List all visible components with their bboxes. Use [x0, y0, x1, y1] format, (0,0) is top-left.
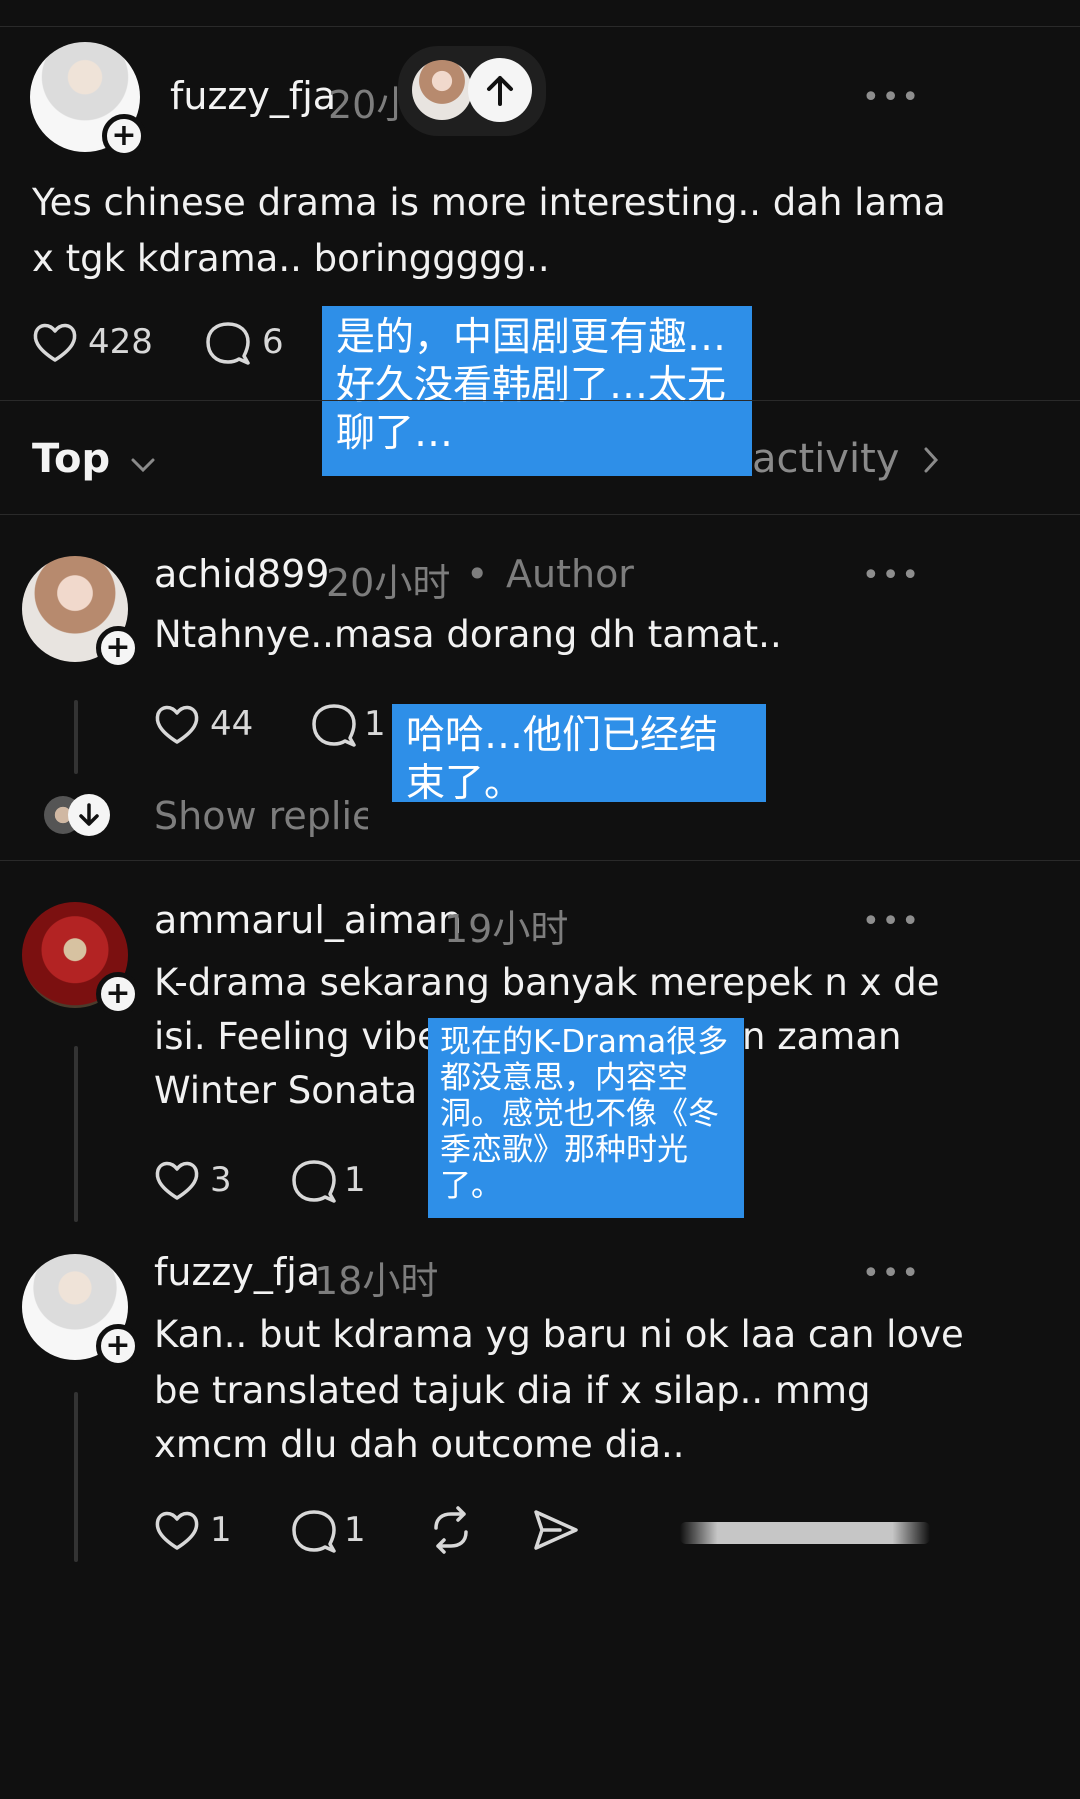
comment-more-icon[interactable]: ••• — [862, 558, 921, 593]
comment-text-tail: n zaman — [742, 1015, 902, 1058]
comment-translation: 哈哈…他们已经结束了。 — [392, 704, 766, 806]
post-like-count: 428 — [88, 322, 153, 362]
comment-text-line: Kan.. but kdrama yg baru ni ok laa can l… — [154, 1313, 964, 1356]
comment-username[interactable]: fuzzy_fja — [154, 1250, 320, 1294]
repost-icon[interactable] — [426, 1506, 476, 1554]
watermark — [680, 1522, 930, 1544]
comment-text-line: Ntahnye..masa dorang dh tamat.. — [154, 613, 782, 656]
post-text-line-2: x tgk kdrama.. boringgggg.. — [32, 237, 550, 280]
comment-bubble-icon[interactable] — [290, 1158, 338, 1204]
show-replies-link[interactable]: Show replies — [154, 794, 368, 838]
comment-username[interactable]: ammarul_aiman — [154, 898, 462, 942]
comment-time: 20小时 — [326, 561, 451, 605]
chevron-down-icon — [130, 438, 156, 484]
comment-like-count: 3 — [210, 1160, 232, 1200]
comment-divider — [0, 860, 1080, 861]
comment-text-line: K-drama sekarang banyak merepek n x de — [154, 961, 940, 1004]
comment-text-line: be translated tajuk dia if x silap.. mmg — [154, 1369, 871, 1412]
post-translation: 是的，中国剧更有趣…好久没看韩剧了…太无聊了… — [322, 306, 752, 476]
comment-more-icon[interactable]: ••• — [862, 1256, 921, 1291]
activity-label: activity — [752, 436, 900, 482]
comment-bubble-icon[interactable] — [310, 702, 358, 748]
send-icon[interactable] — [530, 1508, 580, 1552]
post-reply-count: 6 — [262, 322, 284, 362]
comment-text-line: Winter Sonata — [154, 1069, 418, 1112]
heart-icon[interactable] — [32, 320, 78, 364]
comment-text-line: xmcm dlu dah outcome dia.. — [154, 1423, 685, 1466]
post-username[interactable]: fuzzy_fja — [170, 74, 336, 118]
thread-line — [74, 1392, 78, 1562]
scroll-top-pill[interactable] — [398, 46, 546, 136]
top-divider — [0, 26, 1080, 27]
comment-reply-count: 1 — [344, 1510, 366, 1550]
comment-translation: 现在的K-Drama很多都没意思，内容空洞。感觉也不像《冬季恋歌》那种时光了。 — [428, 1018, 744, 1218]
thread-line — [74, 1046, 78, 1222]
comment-username[interactable]: achid899 — [154, 552, 329, 596]
arrow-down-icon[interactable] — [68, 794, 110, 836]
arrow-up-icon[interactable] — [468, 58, 532, 122]
heart-icon[interactable] — [154, 1508, 200, 1552]
view-activity-link[interactable]: activity — [752, 436, 940, 484]
chevron-right-icon — [922, 438, 940, 484]
comment-reply-count: 1 — [344, 1160, 366, 1200]
pill-avatar — [412, 60, 472, 120]
sort-divider-top — [0, 400, 1080, 401]
author-badge: Author — [506, 552, 634, 596]
follow-plus-icon[interactable]: + — [96, 1324, 140, 1368]
comment-reply-count: 1 — [364, 704, 386, 744]
heart-icon[interactable] — [154, 702, 200, 746]
post-more-icon[interactable]: ••• — [862, 80, 921, 115]
thread-line — [74, 700, 78, 774]
comment-time: 19小时 — [444, 907, 569, 951]
comment-like-count: 44 — [210, 704, 254, 744]
dot-separator: • — [466, 552, 489, 596]
comment-like-count: 1 — [210, 1510, 232, 1550]
comment-bubble-icon[interactable] — [204, 320, 252, 366]
comment-bubble-icon[interactable] — [290, 1508, 338, 1554]
follow-plus-icon[interactable]: + — [96, 972, 140, 1016]
comment-text-line: isi. Feeling viben — [154, 1015, 464, 1058]
post-text-line-1: Yes chinese drama is more interesting.. … — [32, 181, 946, 224]
sort-divider-bottom — [0, 514, 1080, 515]
comment-time: 18小时 — [314, 1259, 439, 1303]
follow-plus-icon[interactable]: + — [96, 626, 140, 670]
sort-dropdown[interactable]: Top — [32, 436, 156, 484]
heart-icon[interactable] — [154, 1158, 200, 1202]
comment-more-icon[interactable]: ••• — [862, 904, 921, 939]
sort-label: Top — [32, 436, 111, 482]
follow-plus-icon[interactable]: + — [102, 114, 146, 158]
